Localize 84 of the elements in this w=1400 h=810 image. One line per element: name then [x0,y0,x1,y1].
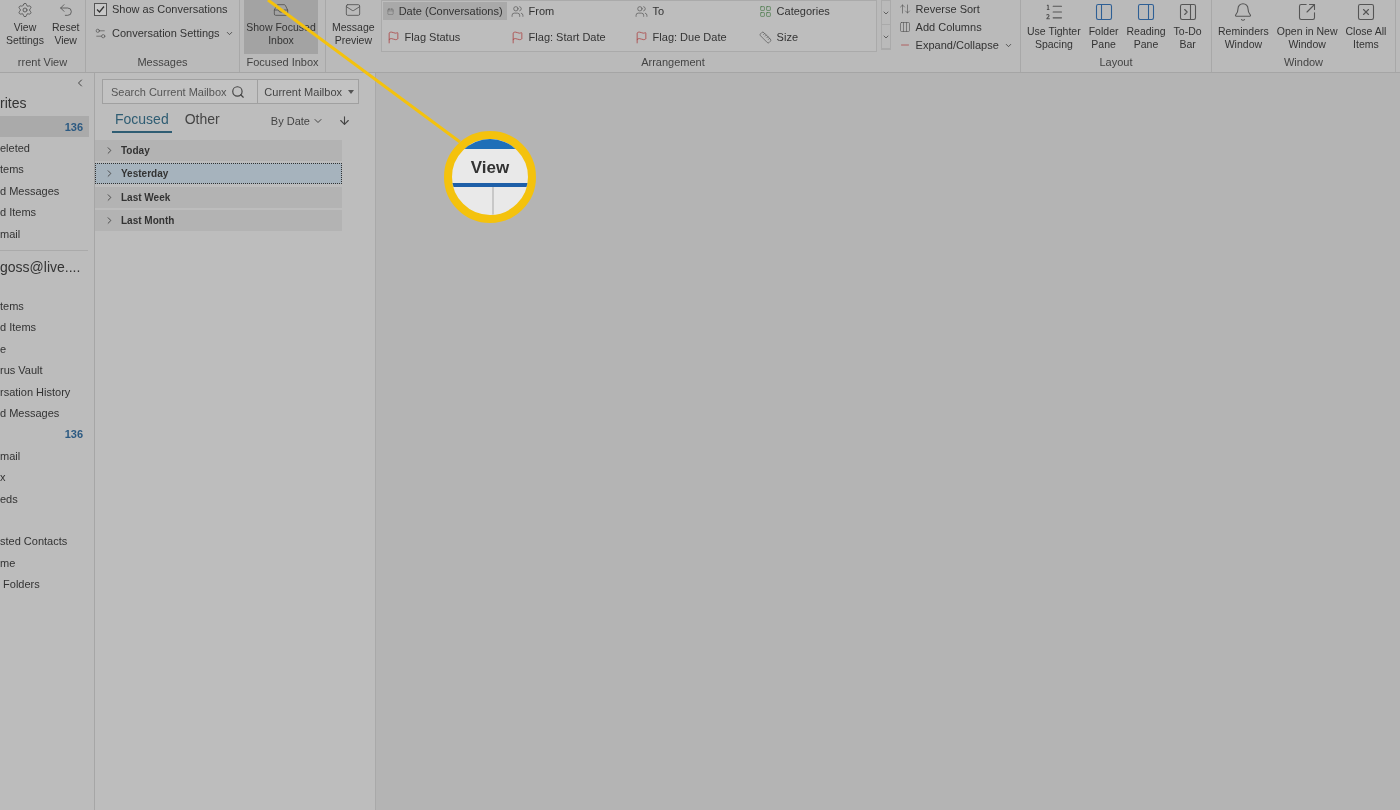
arrangement-option[interactable]: To [630,2,755,20]
folder-item[interactable]: me [0,552,89,574]
settings-icon [94,26,107,40]
reset-view-button[interactable]: Reset View [49,0,82,54]
folder-item[interactable]: eds [0,487,89,510]
group-label: Layout [1098,56,1134,70]
folder-item[interactable]: x [0,466,89,488]
flag-icon [386,30,400,44]
grid-icon [758,4,772,18]
group-label: rrent View [16,56,69,70]
pane-icon [1136,2,1157,22]
columns-icon [898,21,911,33]
inbox-tray-icon [273,2,289,18]
arrangement-option[interactable]: Categories [754,2,875,20]
view-settings-button[interactable]: View Settings [4,0,46,54]
sort-dropdown[interactable]: By Date [270,115,324,133]
scope-dropdown[interactable]: Current Mailbox [258,80,358,103]
show-as-conversations-checkbox[interactable]: Show as Conversations [90,0,238,18]
arrangement-option[interactable]: Flag Status [382,28,507,46]
layout-button[interactable]: Use Tighter Spacing [1025,0,1083,54]
folder-item[interactable]: tems [0,295,89,317]
search-icon [231,84,245,99]
arrangement-option[interactable]: Size [754,28,875,46]
folder-item[interactable]: mail [0,445,89,467]
date-group-header[interactable]: Yesterday [95,163,342,185]
folder-item[interactable]: 136 [0,423,89,446]
arrangement-option[interactable]: Date (Conversations) [382,2,507,20]
group-label: Focused Inbox [245,56,320,70]
pane-icon [1177,2,1198,22]
date-group-header[interactable]: Today [95,140,342,161]
folder-item[interactable]: d Messages [0,180,89,202]
account-name[interactable]: goss@live.... [0,259,94,296]
list-icon [1043,2,1064,22]
arrangement-option[interactable]: Flag: Due Date [630,28,755,46]
layout-button[interactable]: Reading Pane [1124,0,1168,54]
gear-icon [16,2,33,18]
folder-item[interactable]: rus Vault [0,359,89,381]
layout-button[interactable]: Folder Pane [1086,0,1121,54]
flag-icon [634,30,648,44]
folder-item[interactable]: mail [0,222,89,245]
sort-direction-icon[interactable] [338,114,351,127]
folder-item[interactable]: d Items [0,201,89,223]
folder-item[interactable]: d Items [0,316,89,339]
people-icon [510,4,524,18]
group-label: Messages [136,56,189,70]
folder-item[interactable]: Folders [0,573,89,595]
group-label: Window [1282,56,1325,70]
folder-item[interactable]: tems [0,158,89,181]
arrangement-command-button[interactable]: Expand/Collapse [894,36,1017,54]
folder-item[interactable]: d Messages [0,402,89,424]
people-icon [634,4,648,18]
date-group-header[interactable]: Last Month [95,209,342,231]
arrangement-option[interactable]: From [506,2,631,20]
folder-item[interactable]: sted Contacts [0,530,89,553]
arrangement-command-button[interactable]: Add Columns [894,18,1017,36]
envelope-icon [345,2,362,18]
folder-item[interactable]: rsation History [0,380,89,403]
layout-button[interactable]: To-Do Bar [1171,0,1204,54]
conversation-settings-button[interactable]: Conversation Settings [90,24,238,42]
window-icon [1297,2,1318,22]
message-preview-button[interactable]: Message Preview [330,0,377,54]
folder-item[interactable]: e [0,338,89,360]
flag-icon [510,30,524,44]
favorites-heading: rites [0,94,28,113]
bell-icon [1233,2,1254,22]
inbox-tab[interactable]: Other [181,111,223,133]
sort-icon [898,3,911,15]
window-button[interactable]: Close All Items [1343,0,1389,54]
checkbox-icon [94,2,107,16]
pane-icon [1093,2,1114,22]
window-button[interactable]: Reminders Window [1216,0,1271,54]
group-label: Arrangement [640,56,706,70]
ruler-icon [758,30,772,44]
date-group-header[interactable]: Last Week [95,186,342,208]
close-icon [1355,2,1376,22]
caret-icon [348,89,354,94]
window-button[interactable]: Open in New Window [1274,0,1340,54]
undo-arrow-icon [57,2,74,18]
arrangement-option[interactable]: Flag: Start Date [506,28,631,46]
search-field[interactable]: Search Current Mailbox [111,85,231,98]
view-tab-label: View [470,157,510,177]
folder-item[interactable]: eleted [0,137,89,159]
arrangement-command-button[interactable]: Reverse Sort [894,0,1017,18]
inbox-tab[interactable]: Focused [112,111,172,133]
